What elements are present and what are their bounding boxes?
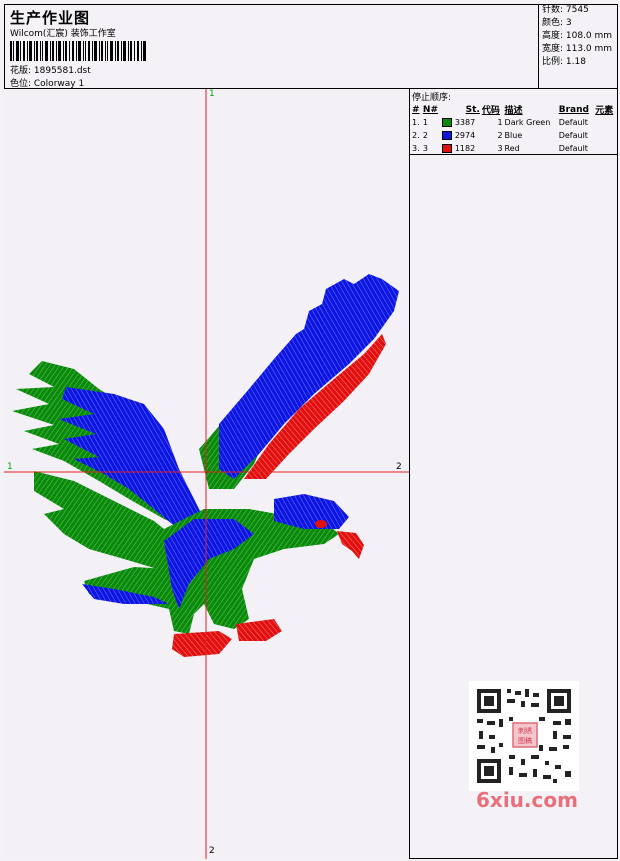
col-header-index: # xyxy=(412,104,420,115)
row-code: 2 xyxy=(497,131,503,140)
axis-label-top: 1 xyxy=(209,89,215,99)
qr-code-image: 刺绣 图稿 xyxy=(469,681,579,791)
design-preview: 1 2 1 2 xyxy=(4,89,410,859)
row-code: 1 xyxy=(497,118,503,127)
colorway-label: 色位: Colorway 1 xyxy=(10,79,85,89)
row-stitches: 3387 xyxy=(454,118,476,127)
design-filename: 花版: 1895581.dst xyxy=(10,66,91,76)
svg-text:图稿: 图稿 xyxy=(518,736,532,745)
design-height: 高度: 108.0 mm xyxy=(542,31,613,41)
color-sequence-table: # N# St. 代码 描述 Brand 元素 1. 1 3387 1 Dark… xyxy=(411,103,617,155)
col-header-needle: N# xyxy=(422,104,438,115)
row-needle: 2 xyxy=(422,131,429,140)
page-title: 生产作业图 xyxy=(10,9,91,27)
table-row: 2. 2 2974 2 Blue Default xyxy=(411,129,617,142)
row-index: 2. xyxy=(412,131,420,140)
panel-divider xyxy=(410,154,618,155)
col-header-element: 元素 xyxy=(595,106,614,116)
color-count: 颜色: 3 xyxy=(542,18,572,28)
row-needle: 1 xyxy=(422,118,429,127)
left-talon-red xyxy=(172,631,232,657)
right-wing-blue xyxy=(219,274,399,479)
barcode-image xyxy=(10,41,146,61)
stitch-count: 针数: 7545 xyxy=(542,5,589,15)
row-brand: Default xyxy=(558,131,588,140)
beak-red xyxy=(337,531,364,559)
header: 生产作业图 Wilcom(汇宸) 装饰工作室 花版: 1895581.dst 色… xyxy=(4,4,618,89)
color-swatch xyxy=(442,144,453,153)
color-swatch xyxy=(442,131,453,140)
studio-subtitle: Wilcom(汇宸) 装饰工作室 xyxy=(10,29,116,39)
color-swatch xyxy=(442,118,453,127)
design-stats: 针数: 7545 颜色: 3 高度: 108.0 mm 宽度: 113.0 mm… xyxy=(538,4,618,89)
design-scale: 比例: 1.18 xyxy=(542,57,586,67)
col-header-desc: 描述 xyxy=(504,106,523,116)
table-header-row: # N# St. 代码 描述 Brand 元素 xyxy=(411,103,617,117)
embroidery-canvas xyxy=(4,89,409,859)
eye-red xyxy=(315,520,327,528)
axis-label-bottom: 2 xyxy=(209,846,215,856)
row-stitches: 2974 xyxy=(454,131,476,140)
row-index: 1. xyxy=(412,118,420,127)
col-header-stitches: St. xyxy=(465,104,480,115)
row-stitches: 1182 xyxy=(454,144,476,153)
col-header-code: 代码 xyxy=(481,106,500,116)
axis-label-left: 1 xyxy=(7,462,13,472)
site-watermark: 6xiu.com xyxy=(476,788,578,812)
svg-text:刺绣: 刺绣 xyxy=(518,726,532,735)
table-row: 1. 1 3387 1 Dark Green Default xyxy=(411,116,617,129)
head-blue xyxy=(274,494,349,529)
col-header-brand: Brand xyxy=(558,104,589,115)
row-desc: Dark Green xyxy=(504,118,551,127)
axis-label-right: 2 xyxy=(396,462,402,472)
sequence-title: 停止顺序: xyxy=(412,93,452,103)
design-width: 宽度: 113.0 mm xyxy=(542,44,613,54)
row-desc: Blue xyxy=(504,131,523,140)
row-brand: Default xyxy=(558,118,588,127)
